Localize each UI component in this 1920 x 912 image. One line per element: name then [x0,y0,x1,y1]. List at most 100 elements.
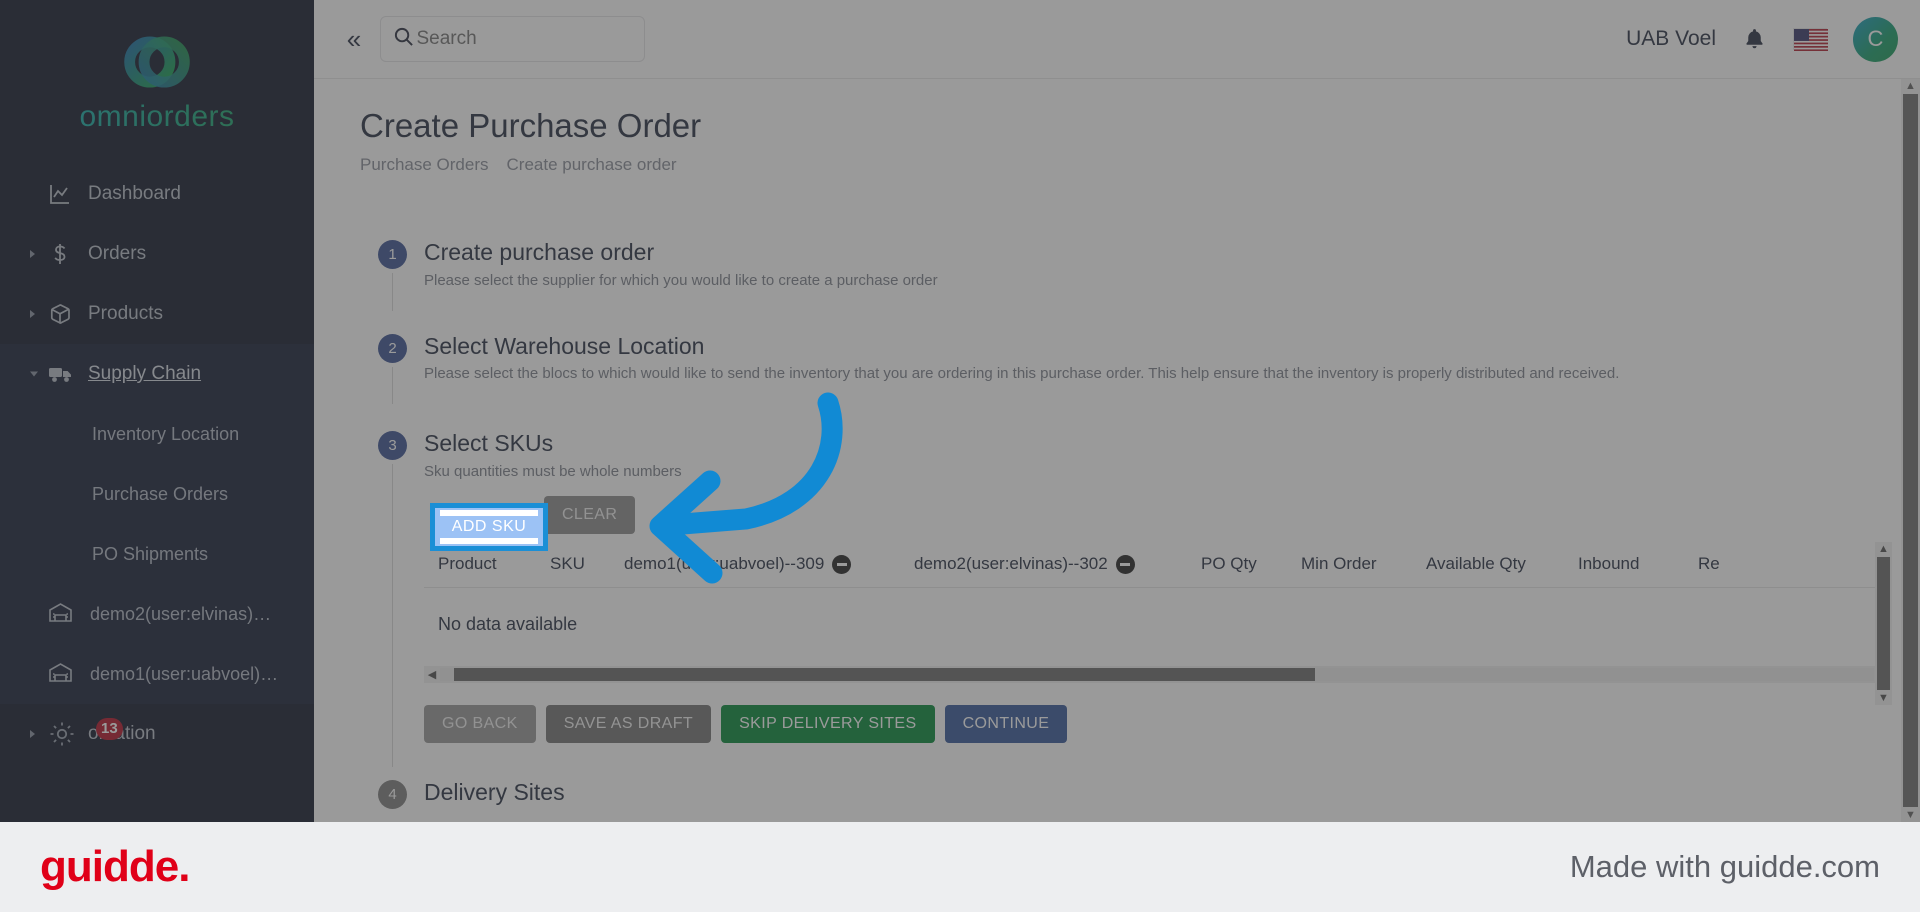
sidebar-item-label: Dashboard [88,183,181,204]
page-scroll-up-icon[interactable]: ▲ [1905,79,1916,93]
search-input[interactable] [416,28,632,50]
column-product[interactable]: Product [424,554,536,574]
top-bar: « UAB Voel [314,0,1920,79]
hscroll-thumb[interactable] [454,667,1315,681]
column-inbound[interactable]: Inbound [1564,554,1684,574]
step-description: Please select the supplier for which you… [424,271,938,289]
chevron-right-icon [30,730,35,738]
sidebar-item-purchase-orders[interactable]: Purchase Orders [0,464,314,524]
step-connector [392,464,393,767]
chevron-right-icon [30,250,35,258]
chevron-right-icon [30,310,35,318]
table-empty-state: No data available [424,588,1890,662]
scroll-left-icon[interactable]: ◀ [424,668,440,681]
step-title: Create purchase order [424,239,655,265]
add-sku-highlight[interactable]: ADD SKU [430,503,548,551]
sidebar-item-products[interactable]: Products [0,284,314,344]
sidebar-item-orders[interactable]: Orders [0,224,314,284]
sidebar-item-automation[interactable]: 13 omation [0,704,314,764]
warehouse-icon [48,601,82,628]
bell-icon[interactable] [1742,27,1767,52]
step-number: 2 [378,333,407,363]
step-number: 1 [378,240,407,269]
column-available-qty[interactable]: Available Qty [1412,554,1564,574]
sidebar-item-supply-chain[interactable]: Supply Chain [0,344,314,404]
breadcrumb-item[interactable]: Purchase Orders [360,155,489,175]
search-icon [393,26,416,52]
form-actions: GO BACK SAVE AS DRAFT SKIP DELIVERY SITE… [424,704,1890,743]
sidebar-sub-label: PO Shipments [92,543,209,564]
sidebar-item-label: Products [88,303,163,324]
organization-name: UAB Voel [1626,27,1716,50]
step-description: Please select the blocs to which would l… [424,365,1620,383]
column-demo2[interactable]: demo2(user:elvinas)--302 [900,554,1187,574]
sidebar-nav: Dashboard Orders Products Supply Chain I… [0,164,314,764]
skip-delivery-sites-button[interactable]: SKIP DELIVERY SITES [721,704,935,743]
sidebar-item-warehouse-demo2[interactable]: demo2(user:elvinas)… [0,584,314,644]
chart-line-icon [48,182,78,206]
breadcrumb: Purchase Orders Create purchase order [360,155,1920,175]
chevron-down-icon [30,371,38,377]
page-header: Create Purchase Order Purchase Orders Cr… [314,79,1920,175]
us-flag-icon[interactable] [1793,28,1828,51]
step-number: 4 [378,779,407,809]
sidebar-item-warehouse-demo1[interactable]: demo1(user:uabvoel)… [0,644,314,704]
step-4: 4 Delivery Sites [360,778,1890,809]
save-as-draft-button[interactable]: SAVE AS DRAFT [545,704,712,743]
guidde-logo: guidde. [40,842,190,891]
breadcrumb-item[interactable]: Create purchase order [507,155,677,175]
scroll-down-icon[interactable]: ▼ [1878,691,1889,705]
page-content: Create Purchase Order Purchase Orders Cr… [314,79,1920,822]
automation-badge: 13 [96,718,123,740]
sidebar-warehouse-label: demo1(user:uabvoel)… [90,663,279,684]
page-scrollbar[interactable]: ▲ ▼ [1901,79,1920,822]
sidebar: omniorders Dashboard Orders Products Sup… [0,0,314,822]
guidde-footer: guidde. Made with guidde.com [0,822,1920,912]
column-po-qty[interactable]: PO Qty [1187,554,1287,574]
page-title: Create Purchase Order [360,107,702,144]
brand-name: omniorders [0,100,314,134]
made-with-guidde-text: Made with guidde.com [1569,849,1880,884]
sidebar-item-label: Supply Chain [88,363,202,384]
page-scroll-thumb[interactable] [1903,94,1918,807]
application-window: omniorders Dashboard Orders Products Sup… [0,0,1920,822]
add-sku-button-label: ADD SKU [451,518,527,535]
column-re[interactable]: Re [1684,554,1724,574]
sidebar-group-supply-chain: Supply Chain Inventory Location Purchase… [0,344,314,704]
sidebar-item-dashboard[interactable]: Dashboard [0,164,314,224]
go-back-button[interactable]: GO BACK [424,704,536,743]
page-scroll-down-icon[interactable]: ▼ [1905,808,1916,822]
gear-icon [48,720,78,748]
step-connector [392,273,393,311]
screenshot-root: omniorders Dashboard Orders Products Sup… [0,0,1920,912]
dollar-icon [48,242,78,266]
search-box[interactable] [380,16,645,62]
hscroll-track[interactable] [440,667,1874,681]
sidebar-item-label: Orders [88,243,147,264]
box-icon [48,302,78,326]
vscroll-thumb[interactable] [1877,556,1890,690]
table-vertical-scrollbar[interactable]: ▲ ▼ [1875,541,1892,705]
remove-column-icon[interactable] [1115,554,1135,574]
column-label: demo2(user:elvinas)--302 [914,554,1108,574]
sidebar-sub-label: Purchase Orders [92,483,229,504]
sidebar-item-inventory-location[interactable]: Inventory Location [0,404,314,464]
table-horizontal-scrollbar[interactable]: ◀ ▶ [424,665,1890,683]
scroll-up-icon[interactable]: ▲ [1878,542,1889,556]
column-min-order[interactable]: Min Order [1287,554,1412,574]
avatar[interactable]: C [1853,16,1898,62]
continue-button[interactable]: CONTINUE [944,704,1068,743]
sidebar-sub-label: Inventory Location [92,423,240,444]
warehouse-icon [48,661,82,688]
omniorders-logo-icon [124,36,190,88]
truck-icon [48,363,78,385]
collapse-sidebar-button[interactable]: « [332,26,376,52]
highlight-cap-bottom [440,538,538,544]
brand-logo[interactable]: omniorders [0,0,314,134]
guidde-arrow-annotation [649,392,843,584]
sidebar-item-po-shipments[interactable]: PO Shipments [0,524,314,584]
step-connector [392,366,393,405]
step-1: 1 Create purchase order Please select th… [360,239,1890,311]
step-title: Delivery Sites [424,778,565,805]
main-area: « UAB Voel [314,0,1920,822]
